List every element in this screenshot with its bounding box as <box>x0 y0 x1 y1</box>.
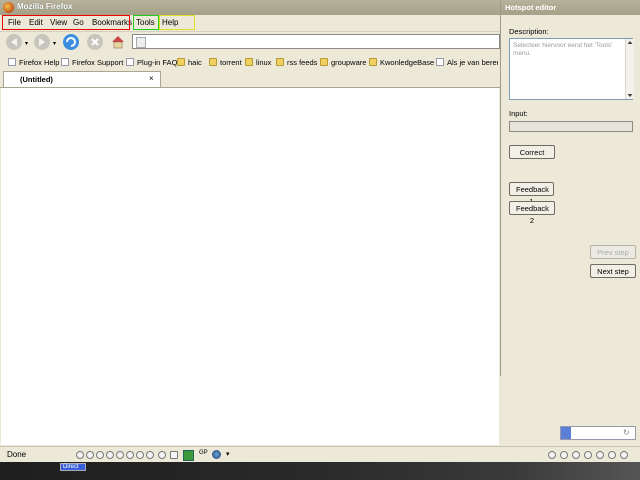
folder-icon <box>276 58 284 66</box>
folder-icon <box>245 58 253 66</box>
feedback-2-button[interactable]: Feedback 2 <box>509 201 555 225</box>
status-nav-icon[interactable] <box>126 451 134 459</box>
close-tab-icon[interactable]: × <box>149 74 154 83</box>
status-nav-icon[interactable] <box>96 451 104 459</box>
taskbar-button[interactable]: Direct <box>60 463 86 471</box>
forward-dropdown-icon[interactable]: ▾ <box>53 40 56 47</box>
status-tray-icon[interactable] <box>608 451 616 459</box>
status-nav-icon[interactable] <box>146 451 154 459</box>
back-arrow-icon[interactable] <box>6 34 22 50</box>
input-label: Input: <box>509 109 528 118</box>
highlight-box-red <box>2 15 130 30</box>
globe-icon[interactable] <box>212 450 221 459</box>
status-nav-icon[interactable] <box>106 451 114 459</box>
status-menu-icon[interactable]: ▾ <box>226 450 230 458</box>
title-bar: Mozilla Firefox <box>0 0 500 16</box>
description-scrollbar[interactable] <box>625 39 634 99</box>
status-nav-icon[interactable] <box>170 451 178 459</box>
description-textarea[interactable]: Selecteer hiervoor eerst het 'Tools' men… <box>509 38 634 100</box>
status-tray-icon[interactable] <box>620 451 628 459</box>
status-tray-icon[interactable] <box>596 451 604 459</box>
status-nav-icon[interactable] <box>76 451 84 459</box>
page-content <box>1 88 499 445</box>
reload-icon[interactable] <box>63 34 79 50</box>
bookmark-folder[interactable]: linux <box>245 58 271 67</box>
panel-title: Hotspot editor <box>505 3 557 12</box>
floating-widget[interactable]: ↻ <box>560 426 636 440</box>
next-step-button[interactable]: Next step <box>590 264 636 278</box>
bookmarks-toolbar: Firefox Help Firefox Support Plug-in FAQ… <box>0 55 500 70</box>
page-icon <box>126 58 134 66</box>
status-tray-icon[interactable] <box>572 451 580 459</box>
status-bar: Done GP ▾ <box>0 446 640 463</box>
highlight-box-yellow <box>159 15 195 30</box>
forward-arrow-icon[interactable] <box>34 34 50 50</box>
feedback-1-button[interactable]: Feedback 1 <box>509 182 554 206</box>
panel-title-bar: Hotspot editor <box>501 0 640 15</box>
description-label: Description: <box>509 27 549 36</box>
page-icon <box>436 58 444 66</box>
status-text: Done <box>7 450 27 459</box>
back-dropdown-icon[interactable]: ▾ <box>25 40 28 47</box>
bookmark-folder[interactable]: KwonledgeBase <box>369 58 434 67</box>
tab-label: (Untitled) <box>20 75 53 84</box>
correct-button[interactable]: Correct <box>509 145 555 159</box>
bookmark-folder[interactable]: torrent <box>209 58 242 67</box>
bookmark-item[interactable]: Firefox Help <box>8 58 59 67</box>
highlight-box-green <box>133 15 159 30</box>
desktop-taskbar <box>0 462 640 480</box>
hotspot-editor-panel: Hotspot editor Description: Selecteer hi… <box>500 0 640 376</box>
page-icon <box>61 58 69 66</box>
bookmark-folder[interactable]: rss feeds <box>276 58 317 67</box>
prev-step-button[interactable]: Prev step <box>590 245 636 259</box>
home-icon[interactable] <box>110 34 126 50</box>
bookmark-item[interactable]: Firefox Support <box>61 58 123 67</box>
folder-icon <box>320 58 328 66</box>
page-icon <box>8 58 16 66</box>
stop-icon[interactable] <box>87 34 103 50</box>
bookmark-folder[interactable]: groupware <box>320 58 366 67</box>
settings-icon[interactable] <box>548 451 556 459</box>
page-icon <box>136 37 146 48</box>
bookmark-folder[interactable]: haic <box>177 58 202 67</box>
folder-icon <box>369 58 377 66</box>
tab-untitled[interactable]: (Untitled) × <box>3 71 161 87</box>
status-nav-icon[interactable] <box>158 451 166 459</box>
folder-icon <box>177 58 185 66</box>
input-field[interactable] <box>509 121 633 132</box>
address-bar[interactable] <box>132 34 500 49</box>
firefox-logo-icon <box>3 2 14 13</box>
extension-icon[interactable] <box>183 450 194 461</box>
status-tray-icon[interactable] <box>584 451 592 459</box>
folder-icon <box>209 58 217 66</box>
window-title: Mozilla Firefox <box>17 2 73 11</box>
status-nav-icon[interactable] <box>86 451 94 459</box>
refresh-icon[interactable]: ↻ <box>623 428 630 437</box>
widget-indicator <box>561 427 571 439</box>
status-tray-icon[interactable] <box>560 451 568 459</box>
status-nav-icon[interactable] <box>136 451 144 459</box>
description-text: Selecteer hiervoor eerst het 'Tools' men… <box>513 42 613 57</box>
bookmark-item[interactable]: Plug-in FAQ <box>126 58 177 67</box>
gp-label: GP <box>199 450 208 456</box>
status-nav-icon[interactable] <box>116 451 124 459</box>
bookmark-item[interactable]: Als je van beren l <box>436 58 498 67</box>
